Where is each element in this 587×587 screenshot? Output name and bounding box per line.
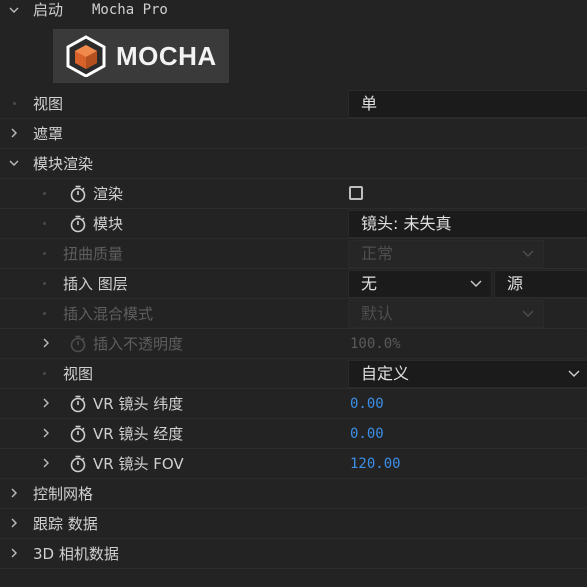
stopwatch-icon[interactable] <box>69 425 87 443</box>
chevron-right-icon[interactable] <box>8 486 20 500</box>
module-row: 模块 镜头: 未失真 <box>0 209 587 239</box>
render-checkbox[interactable] <box>349 186 363 200</box>
distortion-quality-label: 扭曲质量 <box>63 245 124 263</box>
plugin-name: Mocha Pro <box>92 2 168 18</box>
row-dot <box>43 252 46 255</box>
vr-fov-label: VR 镜头 FOV <box>93 455 184 473</box>
view2-dropdown[interactable]: 自定义 <box>348 360 587 388</box>
insert-layer-label: 插入 图层 <box>63 275 128 293</box>
row-dot <box>43 372 46 375</box>
chevron-right-icon[interactable] <box>40 396 52 410</box>
effect-header[interactable]: 启动 Mocha Pro <box>0 0 587 24</box>
insert-layer-source-dropdown[interactable]: 源 <box>494 270 587 298</box>
row-dot <box>43 192 46 195</box>
view-label: 视图 <box>33 95 64 113</box>
camera-3d-label: 3D 相机数据 <box>33 545 119 563</box>
insert-opacity-value: 100.0% <box>350 336 401 352</box>
mocha-logo: MOCHA <box>53 29 229 83</box>
control-grid-row[interactable]: 控制网格 <box>0 479 587 509</box>
row-dot <box>43 312 46 315</box>
chevron-right-icon[interactable] <box>8 126 20 140</box>
chevron-right-icon[interactable] <box>40 426 52 440</box>
insert-layer-row: 插入 图层 无 源 <box>0 269 587 299</box>
insert-blend-value: 默认 <box>361 304 394 323</box>
chevron-down-icon <box>522 250 534 257</box>
insert-opacity-label: 插入不透明度 <box>93 335 184 353</box>
module-dropdown[interactable]: 镜头: 未失真 <box>348 210 587 238</box>
module-render-label: 模块渲染 <box>33 155 94 173</box>
chevron-down-icon[interactable] <box>8 3 20 17</box>
render-row: 渲染 <box>0 179 587 209</box>
mask-row[interactable]: 遮罩 <box>0 119 587 149</box>
chevron-down-icon[interactable] <box>8 156 20 170</box>
mask-label: 遮罩 <box>33 125 64 143</box>
module-render-row[interactable]: 模块渲染 <box>0 149 587 179</box>
insert-blend-row: 插入混合模式 默认 <box>0 299 587 329</box>
tracking-data-label: 跟踪 数据 <box>33 515 98 533</box>
chevron-down-icon <box>522 310 534 317</box>
chevron-right-icon[interactable] <box>8 546 20 560</box>
module-value: 镜头: 未失真 <box>361 214 452 233</box>
effect-title: 启动 <box>33 1 64 19</box>
chevron-right-icon[interactable] <box>40 336 52 350</box>
insert-opacity-row: 插入不透明度 100.0% <box>0 329 587 359</box>
insert-layer-dropdown[interactable]: 无 <box>348 270 492 298</box>
insert-blend-label: 插入混合模式 <box>63 305 154 323</box>
chevron-right-icon[interactable] <box>8 516 20 530</box>
vr-latitude-row: VR 镜头 纬度 0.00 <box>0 389 587 419</box>
view-row: 视图 单 <box>0 89 587 119</box>
stopwatch-icon[interactable] <box>69 455 87 473</box>
logo-text: MOCHA <box>116 41 217 71</box>
vr-longitude-label: VR 镜头 经度 <box>93 425 184 443</box>
view-value: 单 <box>361 94 378 113</box>
insert-layer-value: 无 <box>361 274 378 293</box>
chevron-down-icon <box>568 370 580 377</box>
view2-label: 视图 <box>63 365 94 383</box>
distortion-quality-dropdown: 正常 <box>348 240 544 268</box>
vr-latitude-value[interactable]: 0.00 <box>350 394 384 414</box>
module-label: 模块 <box>93 215 124 233</box>
vr-longitude-row: VR 镜头 经度 0.00 <box>0 419 587 449</box>
mocha-cube-icon <box>66 35 106 77</box>
chevron-down-icon <box>470 280 482 287</box>
vr-longitude-value[interactable]: 0.00 <box>350 424 384 444</box>
insert-layer-source: 源 <box>507 274 524 293</box>
view2-value: 自定义 <box>361 364 410 383</box>
vr-fov-row: VR 镜头 FOV 120.00 <box>0 449 587 479</box>
row-dot <box>43 222 46 225</box>
view2-row: 视图 自定义 <box>0 359 587 389</box>
chevron-right-icon[interactable] <box>40 456 52 470</box>
stopwatch-icon[interactable] <box>69 185 87 203</box>
camera-3d-row[interactable]: 3D 相机数据 <box>0 539 587 569</box>
tracking-data-row[interactable]: 跟踪 数据 <box>0 509 587 539</box>
render-label: 渲染 <box>93 185 124 203</box>
distortion-quality-row: 扭曲质量 正常 <box>0 239 587 269</box>
view-dropdown[interactable]: 单 <box>348 90 587 118</box>
row-dot <box>43 282 46 285</box>
control-grid-label: 控制网格 <box>33 485 94 503</box>
stopwatch-icon[interactable] <box>69 395 87 413</box>
insert-blend-dropdown: 默认 <box>348 300 544 328</box>
stopwatch-icon[interactable] <box>69 215 87 233</box>
distortion-quality-value: 正常 <box>361 244 394 263</box>
row-dot <box>13 102 16 105</box>
stopwatch-icon <box>70 335 86 353</box>
vr-latitude-label: VR 镜头 纬度 <box>93 395 184 413</box>
vr-fov-value[interactable]: 120.00 <box>350 454 401 474</box>
